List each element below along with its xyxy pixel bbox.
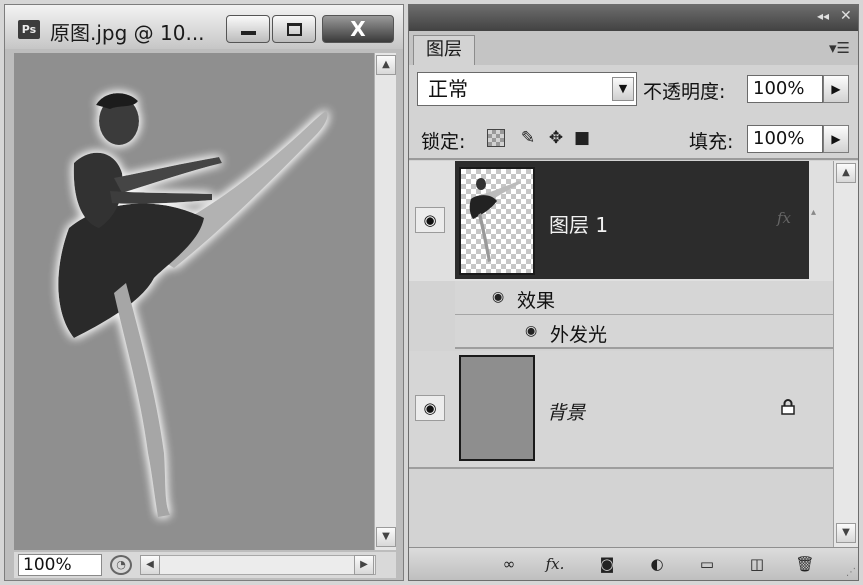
blend-mode-value: 正常 bbox=[428, 77, 468, 101]
eye-visibility-icon[interactable]: ◉ bbox=[492, 289, 504, 305]
fill-field[interactable]: 100% bbox=[747, 125, 823, 153]
fill-slider-arrow-icon[interactable]: ▶ bbox=[823, 125, 849, 153]
scroll-up-icon[interactable]: ▲ bbox=[836, 163, 856, 183]
delete-layer-icon[interactable]: 🗑 bbox=[793, 554, 817, 574]
fill-label: 填充: bbox=[689, 131, 734, 153]
scroll-left-icon[interactable]: ◀ bbox=[140, 555, 160, 575]
ballerina-image bbox=[58, 93, 328, 517]
zoom-level-field[interactable]: 100% bbox=[18, 554, 102, 576]
layer-name[interactable]: 背景 bbox=[547, 398, 585, 425]
scroll-right-icon[interactable]: ▶ bbox=[354, 555, 374, 575]
scroll-down-icon[interactable]: ▼ bbox=[376, 527, 396, 547]
close-button[interactable]: X bbox=[322, 15, 394, 43]
layers-panel-footer: ∞ fx. ◙ ◐ ▭ ◫ 🗑 ⋰ bbox=[409, 547, 858, 580]
layers-vertical-scrollbar[interactable]: ▲ ▼ bbox=[833, 161, 858, 547]
adjustment-layer-icon[interactable]: ◐ bbox=[645, 554, 669, 574]
document-titlebar[interactable]: Ps 原图.jpg @ 10... X bbox=[5, 5, 403, 49]
eye-visibility-icon[interactable]: ◉ bbox=[415, 395, 445, 421]
panel-tab-row: 图层 ▾☰ bbox=[409, 31, 858, 65]
image-canvas[interactable] bbox=[14, 53, 374, 550]
layers-panel: ◂◂ ✕ 图层 ▾☰ 正常 ▼ 不透明度: 100% ▶ 锁定: ✎ ✥ ■ 填… bbox=[408, 4, 859, 581]
document-window: Ps 原图.jpg @ 10... X ▲ ▼ 100% ◔ ◀ ▶ bbox=[4, 4, 404, 581]
layer-name[interactable]: 图层 1 bbox=[549, 209, 608, 238]
new-layer-icon[interactable]: ◫ bbox=[745, 554, 769, 574]
minimize-button[interactable] bbox=[226, 15, 270, 43]
effect-outer-glow-label: 外发光 bbox=[550, 324, 608, 346]
scroll-down-icon[interactable]: ▼ bbox=[836, 523, 856, 543]
eye-visibility-icon[interactable]: ◉ bbox=[415, 207, 445, 233]
fx-icon[interactable]: fx. bbox=[543, 554, 567, 574]
resize-grip-icon[interactable]: ⋰ bbox=[846, 567, 856, 578]
layer-effects-fx-icon[interactable]: fx bbox=[777, 209, 791, 227]
maximize-button[interactable] bbox=[272, 15, 316, 43]
layer-mask-icon[interactable]: ◙ bbox=[595, 554, 619, 574]
blend-mode-select[interactable]: 正常 ▼ bbox=[417, 72, 637, 106]
lock-label: 锁定: bbox=[421, 131, 466, 153]
lock-position-icon[interactable]: ✥ bbox=[545, 127, 567, 149]
layer-thumbnail bbox=[459, 355, 535, 461]
lock-image-pixels-icon[interactable]: ✎ bbox=[517, 127, 539, 149]
close-icon: X bbox=[350, 17, 366, 41]
panel-menu-icon[interactable]: ▾☰ bbox=[829, 39, 850, 57]
panel-header-bar[interactable]: ◂◂ ✕ bbox=[409, 5, 858, 31]
lock-icon bbox=[781, 399, 795, 415]
layers-list: ◉ 图层 1 fx ▴ ◉ 效果 ◉ 外发光 ◉ 背景 bbox=[409, 161, 833, 547]
ballerina-thumbnail-image bbox=[469, 178, 521, 262]
collapse-panel-icon[interactable]: ◂◂ bbox=[817, 9, 829, 23]
opacity-label: 不透明度: bbox=[643, 81, 726, 103]
minimize-icon bbox=[241, 31, 256, 35]
photoshop-logo-icon: Ps bbox=[18, 20, 40, 39]
opacity-field[interactable]: 100% bbox=[747, 75, 823, 103]
effects-group-label: 效果 bbox=[517, 290, 556, 312]
layer-thumbnail bbox=[459, 167, 535, 275]
layer-row[interactable]: ◉ 背景 bbox=[409, 351, 833, 469]
new-group-icon[interactable]: ▭ bbox=[695, 554, 719, 574]
layer-row[interactable]: ◉ 图层 1 fx ▴ bbox=[409, 161, 833, 281]
close-panel-icon[interactable]: ✕ bbox=[840, 8, 852, 24]
maximize-icon bbox=[287, 23, 302, 36]
effects-group-row[interactable]: ◉ 效果 bbox=[455, 281, 833, 315]
background-thumbnail-fill bbox=[461, 357, 533, 459]
eye-visibility-icon[interactable]: ◉ bbox=[525, 323, 537, 339]
link-layers-icon[interactable]: ∞ bbox=[497, 554, 521, 574]
document-title: 原图.jpg @ 10... bbox=[50, 21, 205, 45]
document-horizontal-scrollbar[interactable]: ◀ ▶ bbox=[140, 555, 376, 575]
chevron-down-icon[interactable]: ▼ bbox=[612, 77, 634, 101]
status-info-icon[interactable]: ◔ bbox=[110, 555, 132, 575]
tab-layers[interactable]: 图层 bbox=[413, 35, 475, 65]
expand-effects-icon[interactable]: ▴ bbox=[811, 207, 816, 218]
divider bbox=[409, 158, 858, 160]
scroll-up-icon[interactable]: ▲ bbox=[376, 55, 396, 75]
lock-transparent-pixels-icon[interactable] bbox=[487, 129, 505, 147]
lock-all-icon[interactable]: ■ bbox=[571, 127, 593, 149]
document-vertical-scrollbar[interactable]: ▲ ▼ bbox=[374, 53, 396, 550]
opacity-slider-arrow-icon[interactable]: ▶ bbox=[823, 75, 849, 103]
document-status-bar: 100% ◔ ◀ ▶ bbox=[14, 552, 396, 578]
effect-item-row[interactable]: ◉ 外发光 bbox=[455, 315, 833, 349]
